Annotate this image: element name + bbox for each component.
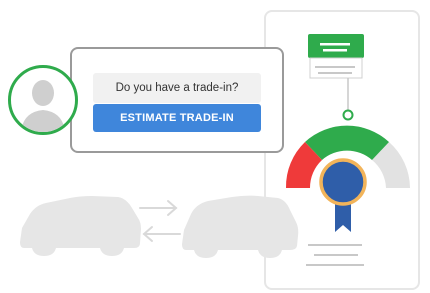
- document-footer-lines: [306, 244, 364, 266]
- award-ribbon-icon: [319, 158, 367, 232]
- swap-arrows-icon: [139, 200, 181, 242]
- car-icon-left: [20, 196, 141, 256]
- avatar: [8, 65, 78, 135]
- car-icon-right: [182, 195, 299, 258]
- document-header-block: [308, 34, 364, 79]
- gauge-connector: [342, 78, 354, 121]
- estimate-trade-in-button[interactable]: ESTIMATE TRADE-IN: [93, 104, 261, 132]
- trade-in-question: Do you have a trade-in?: [93, 73, 261, 103]
- user-silhouette-icon: [21, 80, 65, 132]
